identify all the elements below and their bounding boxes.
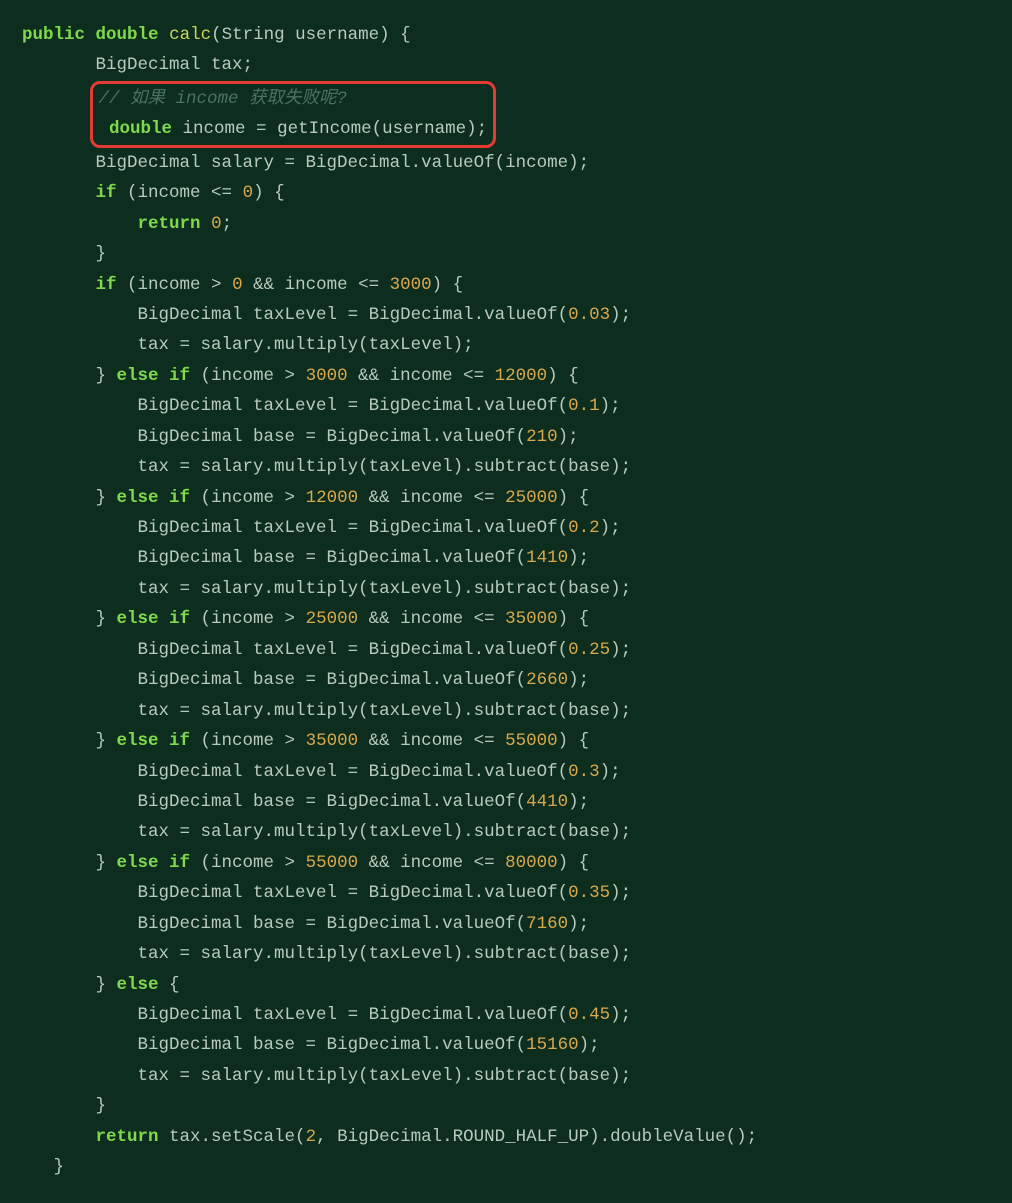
code-line: tax = salary.multiply(taxLevel); <box>138 335 474 355</box>
code-line: tax = salary.multiply(taxLevel).subtract… <box>138 944 632 964</box>
keyword-double: double <box>96 25 159 45</box>
keyword-public: public <box>22 25 85 45</box>
code-line: } <box>96 244 107 264</box>
code-line: } <box>96 1096 107 1116</box>
keyword-if: if <box>96 183 117 203</box>
keyword-double: double <box>109 119 172 139</box>
code-block: public double calc(String username) { Bi… <box>0 0 1012 1203</box>
code-line: BigDecimal salary = BigDecimal.valueOf(i… <box>96 153 590 173</box>
keyword-else-if: else if <box>117 853 191 873</box>
keyword-return: return <box>138 214 201 234</box>
keyword-return: return <box>96 1127 159 1147</box>
keyword-else-if: else if <box>117 488 191 508</box>
code-line: tax = salary.multiply(taxLevel).subtract… <box>138 701 632 721</box>
highlight-box: // 如果 income 获取失败呢? double income = getI… <box>90 81 497 148</box>
code-line: tax = salary.multiply(taxLevel).subtract… <box>138 457 632 477</box>
code-text: income = getIncome(username); <box>172 119 487 139</box>
keyword-else-if: else if <box>117 731 191 751</box>
comment-line: // 如果 income 获取失败呢? <box>99 89 348 109</box>
keyword-else-if: else if <box>117 609 191 629</box>
method-name: calc <box>169 25 211 45</box>
code-line: tax = salary.multiply(taxLevel).subtract… <box>138 822 632 842</box>
code-line: tax = salary.multiply(taxLevel).subtract… <box>138 579 632 599</box>
code-line: public double calc(String username) { <box>22 25 411 45</box>
code-line: } <box>54 1157 65 1177</box>
code-line: BigDecimal tax; <box>96 55 254 75</box>
keyword-if: if <box>96 275 117 295</box>
method-signature: (String username) { <box>211 25 411 45</box>
code-line: tax = salary.multiply(taxLevel).subtract… <box>138 1066 632 1086</box>
keyword-else: else <box>117 975 159 995</box>
keyword-else-if: else if <box>117 366 191 386</box>
